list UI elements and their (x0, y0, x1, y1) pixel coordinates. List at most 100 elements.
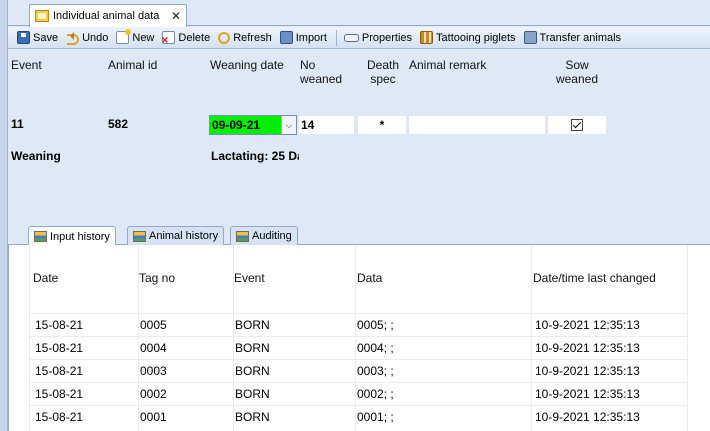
properties-button[interactable]: Properties (341, 28, 415, 48)
column-header-date-time-last-changed[interactable]: Date/time last changed (533, 271, 656, 285)
tab-input-history-label: Input history (50, 230, 110, 243)
delete-icon (161, 31, 176, 47)
tab-auditing-label: Auditing (252, 230, 292, 242)
table-row[interactable]: 15-08-21 0004 BORN 0004; ; 10-9-2021 12:… (30, 336, 688, 359)
document-tab-title: Individual animal data (53, 10, 160, 22)
undo-icon (66, 31, 80, 45)
table-header: Date Tag no Event Data Date/time last ch… (9, 245, 710, 313)
cell-event: BORN (235, 341, 270, 355)
column-header-date[interactable]: Date (33, 271, 58, 285)
header-death-spec-line1: Death (366, 58, 400, 72)
weaning-date-input[interactable]: 09-09-21 ⌵ (209, 115, 297, 135)
cell-tag-no: 0005 (140, 318, 167, 332)
cell-date: 15-08-21 (35, 341, 84, 355)
header-no-weaned: No weaned (300, 58, 342, 86)
import-label: Import (295, 31, 327, 44)
death-spec-input[interactable]: * (357, 115, 407, 135)
tattooing-label: Tattooing piglets (436, 31, 516, 44)
cell-date: 15-08-21 (35, 410, 84, 424)
column-header-event[interactable]: Event (234, 271, 265, 285)
cell-event: BORN (235, 387, 270, 401)
table-row[interactable]: 15-08-21 0005 BORN 0005; ; 10-9-2021 12:… (30, 313, 688, 336)
cell-tag-no: 0001 (140, 410, 167, 424)
auditing-icon (236, 230, 249, 242)
cell-data: 0002; ; (357, 387, 394, 401)
cell-data: 0004; ; (357, 341, 394, 355)
new-icon (116, 29, 132, 44)
header-sow-weaned-line2: weaned (555, 72, 599, 86)
cell-event: BORN (235, 364, 270, 378)
tattooing-piglets-button[interactable]: Tattooing piglets (417, 28, 519, 48)
cell-date-time: 10-9-2021 12:35:13 (535, 318, 640, 332)
import-icon (279, 31, 293, 44)
header-animal-id: Animal id (108, 58, 158, 72)
header-event: Event (11, 58, 42, 72)
left-panel-edge (0, 0, 8, 431)
chevron-down-icon[interactable]: ⌵ (281, 116, 296, 134)
tab-animal-history[interactable]: Animal history (127, 226, 225, 245)
cell-date-time: 10-9-2021 12:35:13 (535, 364, 640, 378)
table-row[interactable]: 15-08-21 0002 BORN 0002; ; 10-9-2021 12:… (30, 382, 688, 405)
undo-button[interactable]: Undo (63, 28, 111, 48)
header-sow-weaned: Sow weaned (546, 58, 608, 86)
transfer-animals-button[interactable]: Transfer animals (521, 28, 625, 48)
save-label: Save (33, 31, 59, 44)
transfer-icon (523, 31, 537, 44)
undo-label: Undo (82, 31, 109, 44)
table-row[interactable]: 15-08-21 0001 BORN 0001; ; 10-9-2021 12:… (30, 405, 688, 428)
event-value[interactable]: 11 (11, 117, 24, 131)
input-history-table: Date Tag no Event Data Date/time last ch… (8, 245, 710, 431)
cell-date-time: 10-9-2021 12:35:13 (535, 410, 640, 424)
transfer-label: Transfer animals (539, 31, 622, 44)
delete-label: Delete (178, 31, 211, 44)
close-icon[interactable]: ✕ (169, 9, 183, 23)
no-weaned-input[interactable]: 14 (298, 115, 355, 135)
tattoo-icon (420, 31, 434, 44)
cell-date: 15-08-21 (35, 387, 84, 401)
header-no-weaned-line1: No (300, 58, 316, 72)
cell-data: 0003; ; (357, 364, 394, 378)
refresh-icon (218, 31, 231, 44)
cell-tag-no: 0004 (140, 341, 167, 355)
cell-tag-no: 0002 (140, 387, 167, 401)
sow-weaned-cell (547, 115, 607, 135)
document-tab-strip: Individual animal data ✕ (8, 0, 710, 27)
new-label: New (132, 31, 155, 44)
import-button[interactable]: Import (277, 28, 330, 48)
animal-id-value[interactable]: 582 (108, 117, 128, 131)
cell-date-time: 10-9-2021 12:35:13 (535, 387, 640, 401)
event-name-label: Weaning (11, 149, 61, 163)
cell-date-time: 10-9-2021 12:35:13 (535, 341, 640, 355)
header-weaning-date: Weaning date (210, 58, 284, 72)
tab-auditing[interactable]: Auditing (230, 226, 298, 245)
document-tab[interactable]: Individual animal data ✕ (29, 4, 187, 27)
new-button[interactable]: New (113, 28, 157, 48)
cell-event: BORN (235, 318, 270, 332)
input-history-icon (34, 231, 47, 242)
cell-data: 0005; ; (357, 318, 394, 332)
save-button[interactable]: Save (14, 28, 61, 48)
cell-data: 0001; ; (357, 410, 394, 424)
cell-date: 15-08-21 (35, 318, 84, 332)
lactation-status-label: Lactating: 25 Da (211, 149, 299, 163)
weaning-date-text: 09-09-21 (212, 118, 261, 132)
column-header-data[interactable]: Data (357, 271, 382, 285)
animal-entry-grid: Event Animal id Weaning date No weaned D… (8, 50, 710, 225)
table-row[interactable]: 15-08-21 0003 BORN 0003; ; 10-9-2021 12:… (30, 359, 688, 382)
history-tabs: Input history Animal history Auditing (8, 225, 710, 246)
animal-remark-input[interactable] (408, 115, 546, 135)
column-header-tag-no[interactable]: Tag no (139, 271, 175, 285)
tab-input-history[interactable]: Input history (28, 226, 116, 246)
save-icon (17, 31, 30, 44)
header-animal-remark: Animal remark (409, 58, 487, 72)
sow-weaned-checkbox[interactable] (571, 119, 583, 131)
refresh-button[interactable]: Refresh (215, 28, 275, 48)
delete-button[interactable]: Delete (159, 28, 213, 48)
properties-icon (343, 33, 359, 42)
cell-tag-no: 0003 (140, 364, 167, 378)
document-icon (35, 10, 49, 22)
header-death-spec: Death spec (362, 58, 404, 86)
cell-event: BORN (235, 410, 270, 424)
tab-animal-history-label: Animal history (149, 230, 219, 242)
cell-date: 15-08-21 (35, 364, 84, 378)
